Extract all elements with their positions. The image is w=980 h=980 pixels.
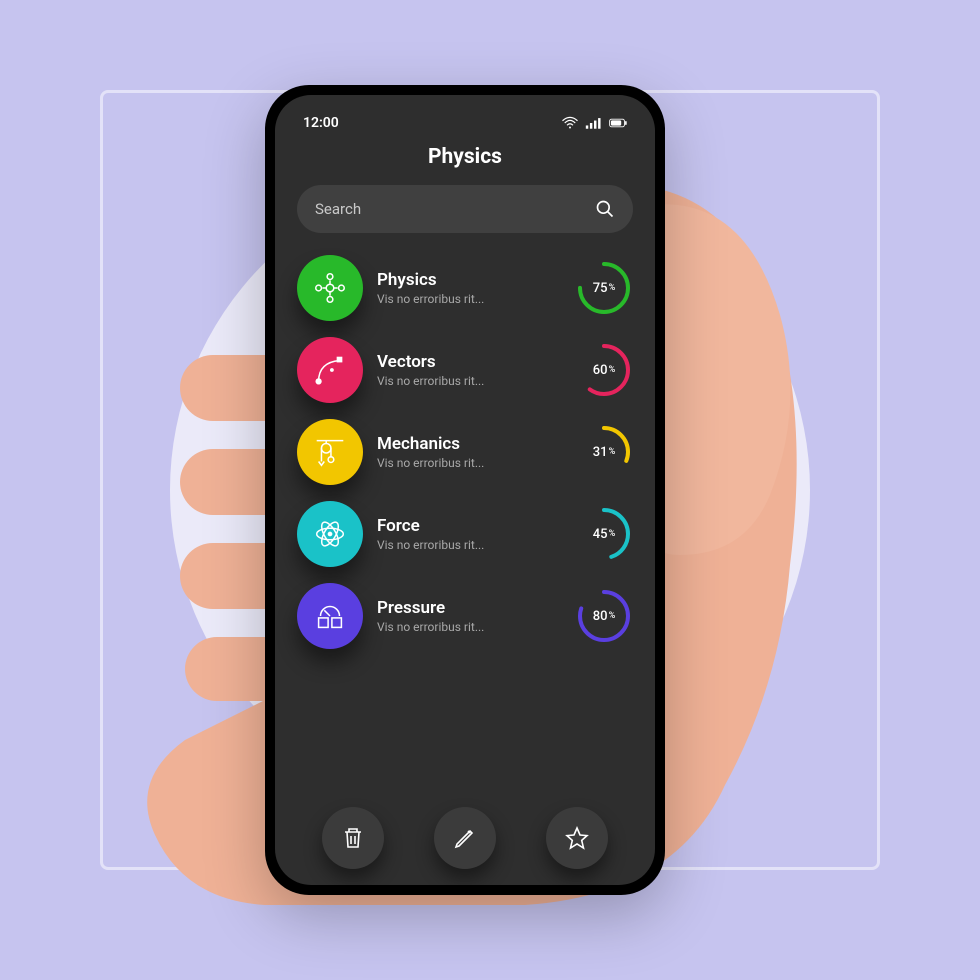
- topic-text: Pressure Vis no erroribus rit...: [377, 598, 561, 634]
- progress-ring: 80%: [575, 587, 633, 645]
- pencil-icon: [452, 825, 478, 851]
- topic-text: Vectors Vis no erroribus rit...: [377, 352, 561, 388]
- progress-value: 80%: [575, 587, 633, 645]
- topic-subtitle: Vis no erroribus rit...: [377, 456, 561, 470]
- topic-text: Mechanics Vis no erroribus rit...: [377, 434, 561, 470]
- bottom-toolbar: [297, 807, 633, 869]
- atom-icon: [297, 501, 363, 567]
- star-button[interactable]: [546, 807, 608, 869]
- status-time: 12:00: [303, 115, 339, 131]
- search-input[interactable]: Search: [297, 185, 633, 233]
- progress-ring: 45%: [575, 505, 633, 563]
- wifi-icon: [561, 116, 579, 130]
- topic-subtitle: Vis no erroribus rit...: [377, 620, 561, 634]
- progress-ring: 31%: [575, 423, 633, 481]
- star-icon: [564, 825, 590, 851]
- progress-value: 31%: [575, 423, 633, 481]
- phone-frame: 12:00 Physics Search Physics Vis no error…: [265, 85, 665, 895]
- topic-title: Mechanics: [377, 434, 561, 454]
- status-bar: 12:00: [297, 113, 633, 137]
- trash-button[interactable]: [322, 807, 384, 869]
- progress-value: 45%: [575, 505, 633, 563]
- signal-icon: [585, 116, 603, 130]
- battery-icon: [609, 116, 627, 130]
- topic-subtitle: Vis no erroribus rit...: [377, 538, 561, 552]
- trash-icon: [340, 825, 366, 851]
- topic-row-vectors[interactable]: Vectors Vis no erroribus rit... 60%: [297, 337, 633, 403]
- search-icon: [595, 199, 615, 219]
- topic-row-force[interactable]: Force Vis no erroribus rit... 45%: [297, 501, 633, 567]
- progress-value: 60%: [575, 341, 633, 399]
- topic-title: Physics: [377, 270, 561, 290]
- gauge-icon: [297, 583, 363, 649]
- topic-text: Force Vis no erroribus rit...: [377, 516, 561, 552]
- page-title: Physics: [297, 145, 633, 169]
- topic-row-mechanics[interactable]: Mechanics Vis no erroribus rit... 31%: [297, 419, 633, 485]
- topic-row-physics[interactable]: Physics Vis no erroribus rit... 75%: [297, 255, 633, 321]
- topic-row-pressure[interactable]: Pressure Vis no erroribus rit... 80%: [297, 583, 633, 649]
- topics-list: Physics Vis no erroribus rit... 75% Vectors…: [297, 255, 633, 793]
- edit-button[interactable]: [434, 807, 496, 869]
- topic-title: Vectors: [377, 352, 561, 372]
- search-placeholder: Search: [315, 200, 595, 218]
- progress-ring: 75%: [575, 259, 633, 317]
- molecule-icon: [297, 255, 363, 321]
- progress-value: 75%: [575, 259, 633, 317]
- topic-title: Force: [377, 516, 561, 536]
- topic-subtitle: Vis no erroribus rit...: [377, 374, 561, 388]
- pulley-icon: [297, 419, 363, 485]
- status-icons: [561, 116, 627, 130]
- app-screen: 12:00 Physics Search Physics Vis no error…: [275, 95, 655, 885]
- progress-ring: 60%: [575, 341, 633, 399]
- vector-icon: [297, 337, 363, 403]
- topic-title: Pressure: [377, 598, 561, 618]
- topic-subtitle: Vis no erroribus rit...: [377, 292, 561, 306]
- topic-text: Physics Vis no erroribus rit...: [377, 270, 561, 306]
